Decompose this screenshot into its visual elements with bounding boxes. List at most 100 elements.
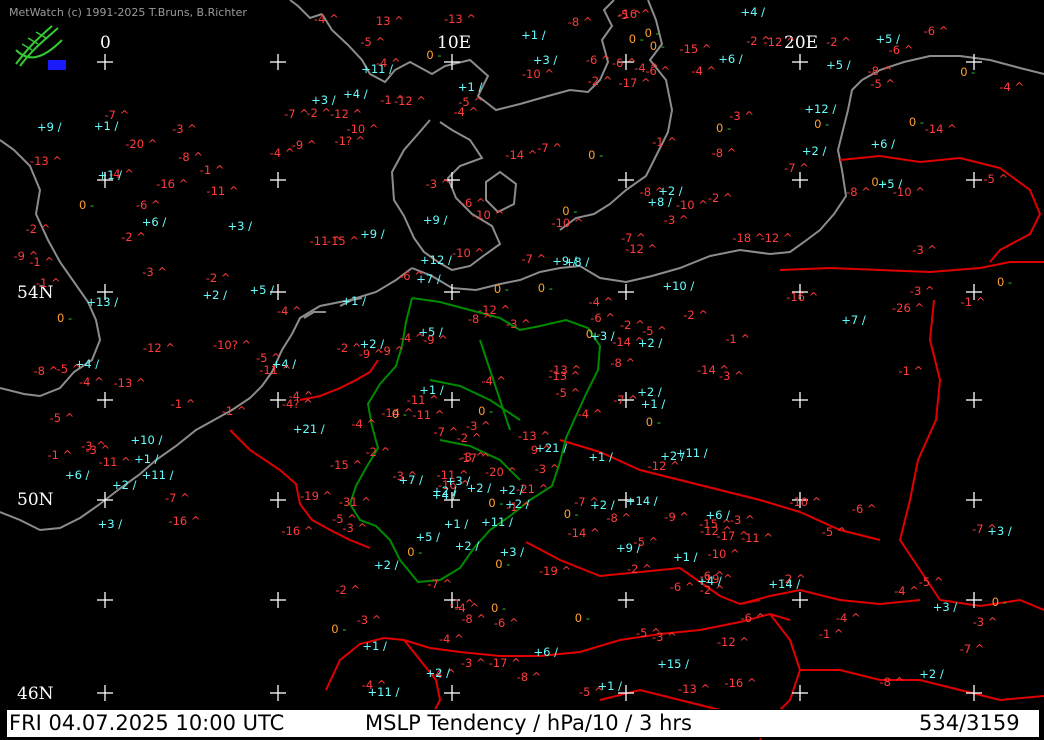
- pressure-fall-obs: -7 ^: [960, 643, 985, 655]
- steady-tendency-icon: -: [723, 120, 732, 135]
- pressure-fall-obs: -3 ^: [973, 616, 998, 628]
- pressure-rise-obs: +3 /: [933, 601, 957, 613]
- falling-tendency-icon: ^: [741, 513, 755, 528]
- pressure-rise-obs: +2 /: [637, 386, 661, 398]
- falling-tendency-icon: ^: [450, 631, 464, 646]
- steady-tendency-icon: -: [571, 507, 579, 522]
- obs-value: -6: [923, 24, 936, 39]
- falling-tendency-icon: ^: [586, 525, 600, 540]
- falling-tendency-icon: ^: [468, 431, 482, 446]
- pressure-rise-obs: +6 /: [718, 53, 742, 65]
- falling-tendency-icon: ^: [833, 524, 847, 539]
- pressure-fall-obs: -1 ^: [48, 449, 73, 461]
- pressure-fall-obs: -4 ^: [362, 679, 387, 691]
- pressure-steady-obs: 0 -: [392, 408, 407, 420]
- obs-value: -11: [259, 363, 279, 378]
- steady-tendency-icon: -: [999, 595, 1007, 610]
- pressure-fall-obs: -4 ^: [589, 296, 614, 308]
- pressure-steady-obs: 0 -: [586, 328, 601, 340]
- obs-value: -9: [13, 248, 25, 263]
- obs-value: -31: [338, 494, 358, 509]
- obs-value: -5: [255, 350, 268, 365]
- obs-value: +6: [533, 644, 551, 659]
- pressure-fall-obs: -5 ^: [870, 78, 895, 90]
- falling-tendency-icon: ^: [694, 198, 708, 213]
- rising-tendency-icon: /: [538, 28, 546, 43]
- obs-value: -5: [555, 386, 567, 401]
- pressure-rise-obs: +1 /: [641, 398, 665, 410]
- pressure-fall-obs: -9 ^: [379, 345, 404, 357]
- obs-value: -14: [567, 525, 587, 540]
- obs-value: -1: [898, 364, 910, 379]
- obs-value: -5: [635, 626, 648, 641]
- pressure-rise-obs: +9 /: [552, 255, 576, 267]
- pressure-steady-obs: 0 -: [57, 312, 72, 324]
- pressure-fall-obs: -8 ^: [610, 357, 635, 369]
- obs-value: 0: [645, 415, 654, 430]
- falling-tendency-icon: ^: [599, 295, 614, 310]
- obs-value: 0: [563, 507, 572, 522]
- rising-tendency-icon: /: [550, 644, 559, 659]
- obs-value: +6: [718, 52, 736, 66]
- pressure-fall-obs: -8 ^: [34, 365, 59, 377]
- falling-tendency-icon: ^: [736, 332, 751, 347]
- obs-value: -2: [683, 308, 695, 323]
- falling-tendency-icon: ^: [376, 444, 391, 459]
- steady-tendency-icon: -: [582, 610, 590, 625]
- falling-tendency-icon: ^: [740, 108, 755, 123]
- border-baltic-states: [779, 261, 1044, 274]
- pressure-fall-obs: -10 ^: [551, 217, 583, 229]
- pressure-fall-obs: -7 ^: [433, 426, 458, 438]
- pressure-rise-obs: +12 /: [804, 103, 836, 115]
- obs-value: -8: [33, 364, 45, 379]
- pressure-fall-obs: -5 ^: [57, 363, 82, 375]
- pressure-rise-obs: +6 /: [534, 646, 558, 658]
- obs-value: -3: [534, 461, 547, 476]
- falling-tendency-icon: ^: [24, 248, 39, 263]
- obs-value: -5: [983, 172, 995, 187]
- falling-tendency-icon: ^: [144, 137, 158, 152]
- obs-value: -5: [821, 524, 834, 539]
- steady-tendency-icon: -: [501, 282, 509, 297]
- pressure-fall-obs: -20 ^: [485, 466, 517, 478]
- pressure-rise-obs: +1 /: [673, 551, 697, 563]
- obs-value: -10: [346, 121, 366, 136]
- pressure-rise-obs: +1 /: [362, 640, 386, 652]
- steady-tendency-icon: -: [967, 64, 976, 79]
- pressure-fall-obs: -16 ^: [156, 178, 188, 190]
- rising-tendency-icon: /: [462, 474, 471, 489]
- obs-value: +4: [343, 86, 361, 101]
- obs-value: -4: [835, 610, 848, 625]
- falling-tendency-icon: ^: [857, 185, 871, 200]
- obs-value: -1: [725, 332, 737, 347]
- falling-tendency-icon: ^: [534, 481, 549, 496]
- pressure-fall-obs: -4 ^: [288, 390, 313, 402]
- falling-tendency-icon: ^: [532, 252, 547, 267]
- pressure-steady-obs: 0 -: [650, 40, 665, 52]
- falling-tendency-icon: ^: [837, 35, 851, 50]
- obs-value: -6: [611, 56, 624, 71]
- pressure-steady-obs: 0 -: [494, 283, 509, 295]
- falling-tendency-icon: ^: [702, 63, 717, 78]
- falling-tendency-icon: ^: [694, 308, 708, 323]
- obs-value: -16: [724, 676, 744, 691]
- rising-tendency-icon: /: [650, 494, 658, 509]
- pressure-fall-obs: -3 ^: [357, 614, 382, 626]
- falling-tendency-icon: ^: [711, 582, 725, 597]
- falling-tendency-icon: ^: [567, 362, 582, 377]
- obs-value: -7: [164, 490, 177, 505]
- obs-value: +1: [640, 397, 658, 412]
- obs-value: -2: [205, 271, 218, 286]
- obs-value: -6: [460, 196, 473, 211]
- falling-tendency-icon: ^: [624, 393, 638, 408]
- pressure-fall-obs: -3 ^: [730, 514, 755, 526]
- falling-tendency-icon: ^: [357, 494, 371, 509]
- falling-tendency-icon: ^: [984, 614, 998, 629]
- obs-value: -13: [443, 11, 463, 26]
- obs-value: +1: [341, 294, 359, 309]
- obs-value: +4: [740, 5, 758, 20]
- falling-tendency-icon: ^: [434, 333, 448, 348]
- pressure-fall-obs: -2 ^: [206, 272, 231, 284]
- pressure-steady-obs: 0 -: [645, 27, 660, 39]
- obs-value: -8: [567, 15, 580, 30]
